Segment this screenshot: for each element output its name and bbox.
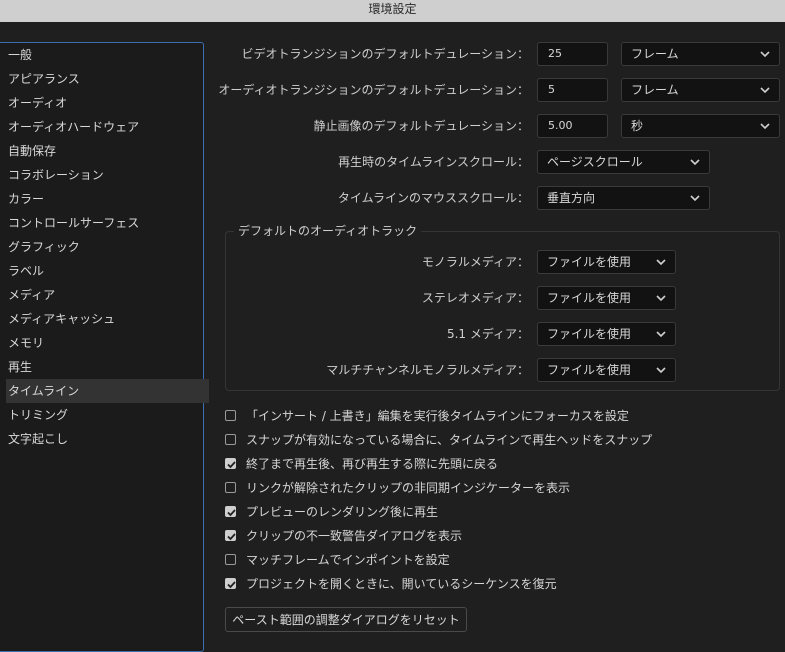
- dropdown-value: 垂直方向: [547, 191, 596, 205]
- dropdown-value: 秒: [631, 119, 644, 133]
- still-image-label: 静止画像のデフォルトデュレーション：: [313, 119, 529, 133]
- sidebar-item-labels[interactable]: ラベル: [6, 259, 209, 283]
- sidebar-item-audio[interactable]: オーディオ: [6, 91, 209, 115]
- sidebar-item-playback[interactable]: 再生: [6, 355, 209, 379]
- option-checkbox[interactable]: [225, 434, 236, 445]
- checkmark-icon: [227, 581, 236, 589]
- still-image-unit-dropdown[interactable]: 秒: [621, 114, 780, 138]
- option-label: リンクが解除されたクリップの非同期インジケーターを表示: [246, 481, 571, 495]
- mono-media-dropdown[interactable]: ファイルを使用: [537, 250, 676, 274]
- sidebar-item-media-cache[interactable]: メディアキャッシュ: [6, 307, 209, 331]
- chevron-down-icon: [690, 195, 700, 202]
- chevron-down-icon: [760, 51, 770, 58]
- window-title: 環境設定: [0, 0, 785, 22]
- mouse-scroll-label: タイムラインのマウススクロール：: [337, 191, 529, 205]
- chevron-down-icon: [690, 159, 700, 166]
- dropdown-value: ファイルを使用: [547, 255, 632, 269]
- dropdown-value: ファイルを使用: [547, 363, 632, 377]
- chevron-down-icon: [656, 259, 666, 266]
- sidebar-item-trimming[interactable]: トリミング: [6, 403, 209, 427]
- option-label: プロジェクトを開くときに、開いているシーケンスを復元: [246, 577, 557, 591]
- mono-media-label: モノラルメディア：: [421, 255, 529, 269]
- option-checkbox[interactable]: [225, 554, 236, 565]
- sidebar-item-media[interactable]: メディア: [6, 283, 209, 307]
- multichannel-media-dropdown[interactable]: ファイルを使用: [537, 358, 676, 382]
- sidebar-item-collaboration[interactable]: コラボレーション: [6, 163, 209, 187]
- chevron-down-icon: [760, 87, 770, 94]
- chevron-down-icon: [760, 123, 770, 130]
- sidebar-item-transcription[interactable]: 文字起こし: [6, 427, 209, 451]
- stereo-media-label: ステレオメディア：: [421, 291, 529, 305]
- sidebar-item-appearance[interactable]: アピアランス: [6, 67, 209, 91]
- sidebar-item-memory[interactable]: メモリ: [6, 331, 209, 355]
- checkmark-icon: [227, 509, 236, 517]
- sidebar-item-graphics[interactable]: グラフィック: [6, 235, 209, 259]
- option-label: 終了まで再生後、再び再生する際に先頭に戻る: [246, 457, 499, 471]
- stereo-media-dropdown[interactable]: ファイルを使用: [537, 286, 676, 310]
- chevron-down-icon: [656, 367, 666, 374]
- dropdown-value: ファイルを使用: [547, 291, 632, 305]
- option-checkbox[interactable]: [225, 482, 236, 493]
- video-transition-label: ビデオトランジションのデフォルトデュレーション：: [241, 47, 529, 61]
- option-checkbox[interactable]: [225, 410, 236, 421]
- option-label: マッチフレームでインポイントを設定: [246, 553, 450, 567]
- option-checkbox[interactable]: [225, 578, 236, 589]
- option-checkbox[interactable]: [225, 506, 236, 517]
- video-transition-duration-input[interactable]: 25: [537, 42, 608, 66]
- audio-transition-label: オーディオトランジションのデフォルトデュレーション：: [218, 83, 529, 97]
- sidebar-item-general[interactable]: 一般: [6, 43, 209, 67]
- sidebar-item-control-surface[interactable]: コントロールサーフェス: [6, 211, 209, 235]
- audio-transition-unit-dropdown[interactable]: フレーム: [621, 78, 780, 102]
- dropdown-value: ファイルを使用: [547, 327, 632, 341]
- playback-scroll-label: 再生時のタイムラインスクロール：: [338, 155, 529, 169]
- sidebar-item-timeline[interactable]: タイムライン: [6, 379, 209, 403]
- five-one-media-label: 5.1 メディア：: [446, 327, 529, 341]
- still-image-duration-input[interactable]: 5.00: [537, 114, 608, 138]
- option-checkbox[interactable]: [225, 530, 236, 541]
- dropdown-value: ページスクロール: [547, 155, 643, 169]
- dropdown-value: フレーム: [631, 83, 679, 97]
- default-audio-tracks-title: デフォルトのオーディオトラック: [234, 223, 422, 239]
- chevron-down-icon: [656, 331, 666, 338]
- five-one-media-dropdown[interactable]: ファイルを使用: [537, 322, 676, 346]
- audio-transition-duration-input[interactable]: 5: [537, 78, 608, 102]
- mouse-scroll-dropdown[interactable]: 垂直方向: [537, 186, 710, 210]
- chevron-down-icon: [656, 295, 666, 302]
- checkmark-icon: [227, 461, 236, 469]
- sidebar-item-audio-hardware[interactable]: オーディオハードウェア: [6, 115, 209, 139]
- option-label: スナップが有効になっている場合に、タイムラインで再生ヘッドをスナップ: [246, 433, 653, 447]
- multichannel-media-label: マルチチャンネルモノラルメディア：: [326, 363, 529, 377]
- sidebar-item-auto-save[interactable]: 自動保存: [6, 139, 209, 163]
- reset-paste-adjust-dialog-button[interactable]: ペースト範囲の調整ダイアログをリセット: [225, 607, 467, 632]
- option-label: プレビューのレンダリング後に再生: [246, 505, 439, 519]
- option-label: 「インサート / 上書き」編集を実行後タイムラインにフォーカスを設定: [246, 409, 629, 423]
- sidebar-item-color[interactable]: カラー: [6, 187, 209, 211]
- dropdown-value: フレーム: [631, 47, 679, 61]
- video-transition-unit-dropdown[interactable]: フレーム: [621, 42, 780, 66]
- checkmark-icon: [227, 533, 236, 541]
- playback-scroll-dropdown[interactable]: ページスクロール: [537, 150, 710, 174]
- option-label: クリップの不一致警告ダイアログを表示: [246, 529, 463, 543]
- option-checkbox[interactable]: [225, 458, 236, 469]
